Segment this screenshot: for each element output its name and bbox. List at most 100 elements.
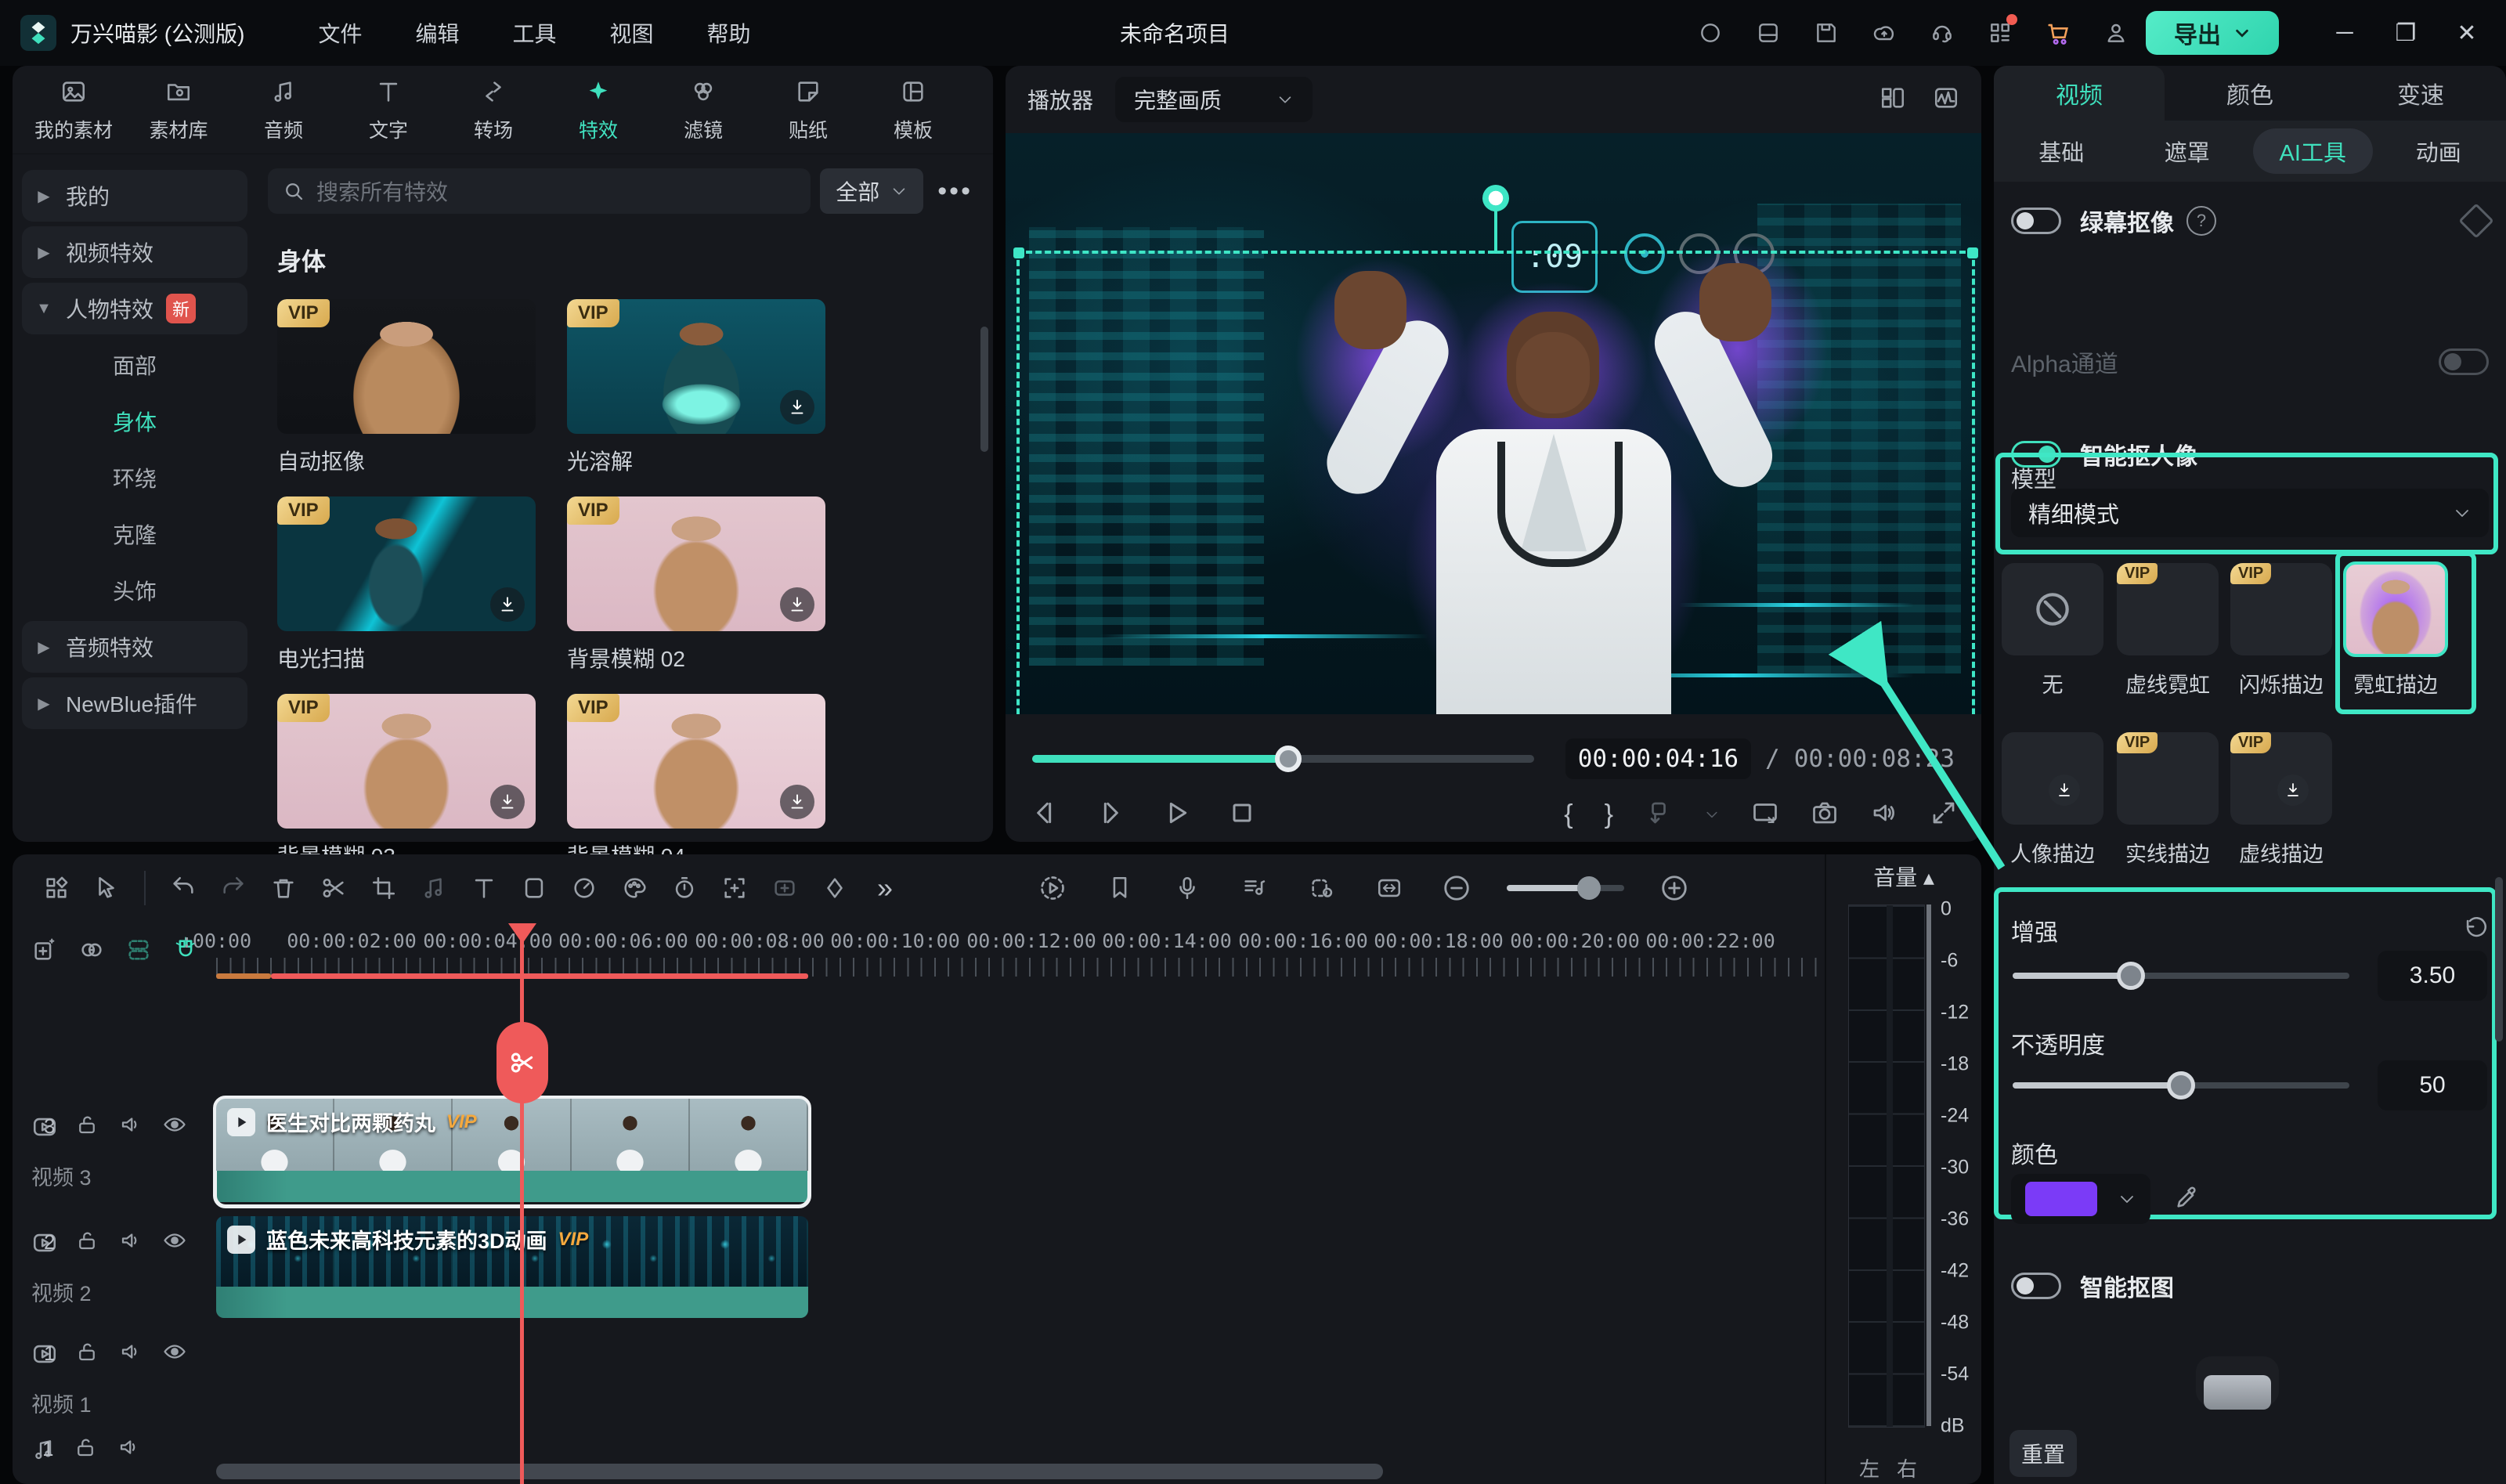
sidebar-item-headwear[interactable]: 头饰	[22, 565, 247, 616]
mask-tool-icon[interactable]	[509, 875, 559, 901]
panel-drag-handle[interactable]	[2204, 1375, 2271, 1410]
minimize-button[interactable]: ─	[2321, 20, 2368, 47]
tab-audio[interactable]: 音频	[233, 76, 334, 143]
eye-icon[interactable]	[163, 1340, 186, 1367]
timeline-zoom-slider[interactable]	[1507, 885, 1624, 891]
tab-transitions[interactable]: 转场	[443, 76, 543, 143]
save-icon[interactable]	[1812, 19, 1840, 47]
search-input[interactable]: 搜索所有特效	[316, 175, 796, 207]
tab-filters[interactable]: 滤镜	[653, 76, 753, 143]
prev-frame-button[interactable]	[1029, 797, 1060, 832]
undo-icon[interactable]	[158, 875, 208, 901]
timeline-hscrollbar[interactable]	[216, 1464, 1383, 1479]
effect-card-electric-scan[interactable]: VIP 电光扫描	[277, 496, 536, 673]
marker-icon[interactable]	[1095, 875, 1145, 901]
menu-view[interactable]: 视图	[583, 17, 680, 49]
effect-card-bg-blur-03[interactable]: VIP 背景模糊 03	[277, 694, 536, 871]
download-icon[interactable]	[490, 587, 525, 622]
keyframe-icon[interactable]	[2458, 203, 2493, 238]
motion-track-icon[interactable]	[710, 875, 760, 901]
sidebar-item-surround[interactable]: 环绕	[22, 452, 247, 504]
tab-my-media[interactable]: 我的素材	[23, 76, 124, 143]
video-viewport[interactable]: :09	[1006, 133, 1981, 714]
effect-card-auto-matting[interactable]: VIP 自动抠像	[277, 299, 536, 476]
seek-handle[interactable]	[1275, 746, 1302, 772]
opacity-value[interactable]: 50	[2378, 1060, 2487, 1110]
clip-settings-icon[interactable]	[1297, 875, 1347, 901]
tab-video[interactable]: 视频	[1994, 66, 2165, 121]
fullscreen-icon[interactable]	[1930, 799, 1958, 831]
subtab-basic[interactable]: 基础	[2002, 128, 2121, 174]
opacity-slider-handle[interactable]	[2167, 1071, 2195, 1099]
resize-handle[interactable]	[1967, 247, 1978, 258]
playhead-line[interactable]	[520, 930, 524, 1484]
stopwatch-icon[interactable]	[659, 875, 710, 901]
scope-icon[interactable]	[1933, 85, 1959, 115]
filter-dropdown[interactable]: 全部	[820, 168, 923, 214]
speaker-icon[interactable]	[117, 1435, 141, 1463]
effect-card-bg-blur-02[interactable]: VIP 背景模糊 02	[567, 496, 825, 673]
download-icon[interactable]	[780, 390, 814, 424]
crop-icon[interactable]	[359, 875, 409, 901]
more-options-icon[interactable]: •••	[937, 176, 973, 207]
redo-icon[interactable]	[208, 875, 258, 901]
audio-mixer-icon[interactable]	[1230, 875, 1280, 901]
marker-dropdown[interactable]	[1645, 799, 1673, 831]
delete-icon[interactable]	[258, 875, 309, 901]
download-icon[interactable]	[780, 587, 814, 622]
effect-card-light-dissolve[interactable]: VIP 光溶解	[567, 299, 825, 476]
sidebar-item-clone[interactable]: 克隆	[22, 508, 247, 560]
mute-icon[interactable]	[1870, 799, 1898, 831]
mirror-display-icon[interactable]	[1751, 799, 1779, 831]
support-headset-icon[interactable]	[1928, 19, 1956, 47]
color-palette-icon[interactable]	[609, 875, 659, 901]
keyframe-icon[interactable]	[810, 875, 860, 901]
tab-stock[interactable]: 素材库	[128, 76, 229, 143]
link-clips-icon[interactable]	[78, 937, 105, 967]
sidebar-item-mine[interactable]: ▶我的	[22, 170, 247, 222]
text-tool-icon[interactable]	[459, 875, 509, 901]
speaker-icon[interactable]	[119, 1229, 143, 1256]
meter-title[interactable]: 音量 ▴	[1826, 861, 1981, 892]
library-scrollbar[interactable]	[980, 327, 988, 452]
effect-card-bg-blur-04[interactable]: VIP 背景模糊 04	[567, 694, 825, 871]
zoom-slider-handle[interactable]	[1577, 876, 1601, 900]
chevron-down-icon[interactable]	[1704, 807, 1720, 822]
render-preview-icon[interactable]	[1027, 874, 1078, 902]
apps-menu-icon[interactable]	[1986, 19, 2014, 47]
green-screen-toggle[interactable]	[2011, 208, 2061, 234]
audio-detach-icon[interactable]	[409, 875, 459, 901]
lock-icon[interactable]	[75, 1229, 99, 1256]
eyedropper-icon[interactable]	[2174, 1184, 2201, 1215]
eye-icon[interactable]	[163, 1113, 186, 1140]
eye-icon[interactable]	[163, 1229, 186, 1256]
add-track-icon[interactable]	[31, 937, 58, 967]
speaker-icon[interactable]	[119, 1113, 143, 1140]
account-icon[interactable]	[2102, 19, 2130, 47]
sidebar-item-audio-effects[interactable]: ▶音频特效	[22, 621, 247, 673]
timeline-ruler[interactable]: :00:00 00:00:02:00 00:00:04:00 00:00:06:…	[216, 930, 1825, 977]
voiceover-mic-icon[interactable]	[1162, 875, 1212, 901]
mark-out-button[interactable]: }	[1605, 800, 1613, 830]
speech-to-text-icon[interactable]	[760, 875, 810, 901]
alpha-channel-toggle[interactable]	[2439, 348, 2489, 375]
sidebar-item-newblue[interactable]: ▶NewBlue插件	[22, 677, 247, 729]
download-icon[interactable]	[490, 785, 525, 819]
record-icon[interactable]	[1696, 19, 1724, 47]
style-dashed-outline[interactable]: VIP 虚线描边	[2230, 732, 2332, 868]
reset-enhance-icon[interactable]	[2462, 915, 2489, 946]
sidebar-item-face[interactable]: 面部	[22, 339, 247, 391]
style-flicker-outline[interactable]: VIP 闪烁描边	[2230, 563, 2332, 699]
fit-timeline-icon[interactable]	[1364, 875, 1414, 901]
download-icon[interactable]	[780, 785, 814, 819]
snapshot-icon[interactable]	[1811, 799, 1839, 831]
mark-in-button[interactable]: {	[1564, 800, 1573, 830]
export-button[interactable]: 导出	[2146, 11, 2279, 55]
style-solid-outline[interactable]: VIP 实线描边	[2117, 732, 2219, 868]
style-none[interactable]: 无	[2002, 563, 2103, 699]
seek-bar[interactable]	[1032, 755, 1534, 763]
restore-button[interactable]: ❐	[2382, 20, 2429, 47]
sidebar-item-video-effects[interactable]: ▶视频特效	[22, 226, 247, 278]
layout-icon[interactable]	[1754, 19, 1782, 47]
clip-video3[interactable]: 医生对比两颗药丸 VIP	[216, 1099, 808, 1205]
